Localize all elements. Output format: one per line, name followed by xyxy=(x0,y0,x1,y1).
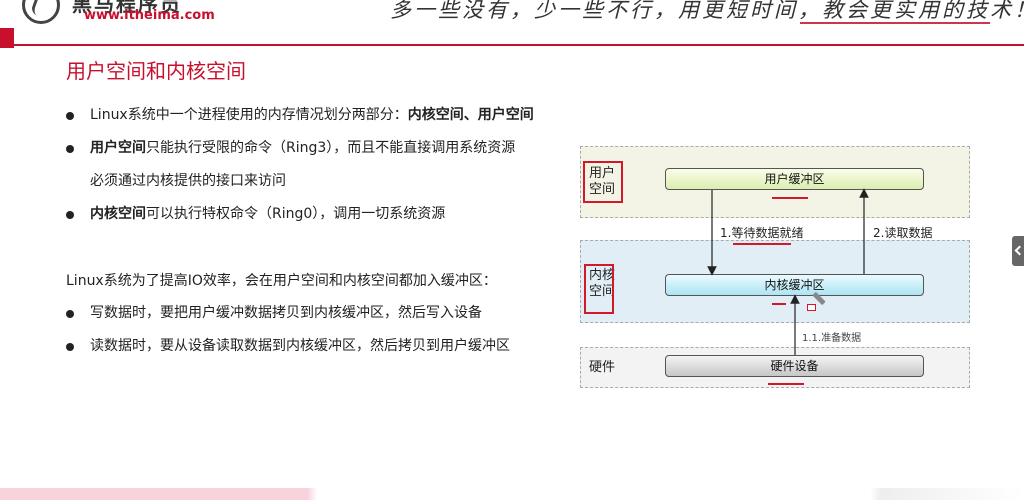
slogan: 多一些没有，少一些不行，用更短时间，教会更实用的技术！ xyxy=(390,0,1024,22)
bullet-dot-icon xyxy=(66,145,74,153)
list-item: 内核空间可以执行特权命令（Ring0），调用一切系统资源 xyxy=(66,203,586,225)
slogan-underline xyxy=(800,22,990,24)
hardware-device: 硬件设备 xyxy=(665,355,924,377)
user-space-highlight xyxy=(583,161,623,203)
list-item: 用户空间只能执行受限的命令（Ring3），而且不能直接调用系统资源 xyxy=(66,137,586,159)
read-data-label: 2.读取数据 xyxy=(873,226,933,240)
io-paragraph: Linux系统为了提高IO效率，会在用户空间和内核空间都加入缓冲区： xyxy=(66,273,497,289)
bullet-dot-icon xyxy=(66,112,74,120)
bullet-dot-icon xyxy=(66,310,74,318)
bullet-dot-icon xyxy=(66,343,74,351)
kernel-space-highlight xyxy=(584,264,614,314)
side-panel-toggle[interactable] xyxy=(1012,236,1024,266)
header-divider xyxy=(14,44,1024,46)
bullet-text: 只能执行受限的命令（Ring3），而且不能直接调用系统资源 xyxy=(146,140,516,156)
kernel-buffer-underline xyxy=(772,303,786,305)
list-item-continuation: 必须通过内核提供的接口来访问 xyxy=(66,170,586,192)
user-buffer: 用户缓冲区 xyxy=(665,168,924,190)
list-item: Linux系统中一个进程使用的内存情况划分两部分：内核空间、用户空间 xyxy=(66,104,586,126)
user-buffer-underline xyxy=(772,197,808,199)
bullet-bold-text: 内核空间 xyxy=(90,206,146,222)
kernel-buffer: 内核缓冲区 xyxy=(665,274,924,296)
bullet-bold-text: 内核空间、用户空间 xyxy=(407,107,534,123)
buffer-bullet-list: 写数据时，要把用户缓冲数据拷贝到内核缓冲区，然后写入设备 读数据时，要从设备读取… xyxy=(66,302,586,368)
list-item: 写数据时，要把用户缓冲数据拷贝到内核缓冲区，然后写入设备 xyxy=(66,302,586,324)
header-accent-tab xyxy=(0,28,14,48)
bullet-text: 读数据时，要从设备读取数据到内核缓冲区，然后拷贝到用户缓冲区 xyxy=(90,338,510,354)
page-title: 用户空间和内核空间 xyxy=(66,59,246,83)
bullet-dot-icon xyxy=(66,211,74,219)
slide-header: 黑马程序员 www.itheima.com 多一些没有，少一些不行，用更短时间，… xyxy=(0,0,1024,48)
bullet-text: 可以执行特权命令（Ring0），调用一切系统资源 xyxy=(146,206,446,222)
prepare-data-label: 1.1.准备数据 xyxy=(802,333,862,344)
bullet-list: Linux系统中一个进程使用的内存情况划分两部分：内核空间、用户空间 用户空间只… xyxy=(66,104,586,236)
wait-label-underline xyxy=(733,243,791,245)
hardware-label: 硬件 xyxy=(589,360,616,375)
wait-data-label: 1.等待数据就绪 xyxy=(720,226,804,240)
bullet-bold-text: 用户空间 xyxy=(90,140,146,156)
list-item: 读数据时，要从设备读取数据到内核缓冲区，然后拷贝到用户缓冲区 xyxy=(66,335,586,357)
brand-url: www.itheima.com xyxy=(84,8,215,23)
bullet-text: Linux系统中一个进程使用的内存情况划分两部分： xyxy=(90,107,408,123)
bullet-text: 写数据时，要把用户缓冲数据拷贝到内核缓冲区，然后写入设备 xyxy=(90,305,482,321)
annotation-mark xyxy=(807,304,816,311)
bottom-strip xyxy=(0,488,1024,500)
brand-logo-icon xyxy=(22,0,60,24)
bullet-text: 必须通过内核提供的接口来访问 xyxy=(90,173,286,189)
hardware-underline xyxy=(768,383,804,385)
